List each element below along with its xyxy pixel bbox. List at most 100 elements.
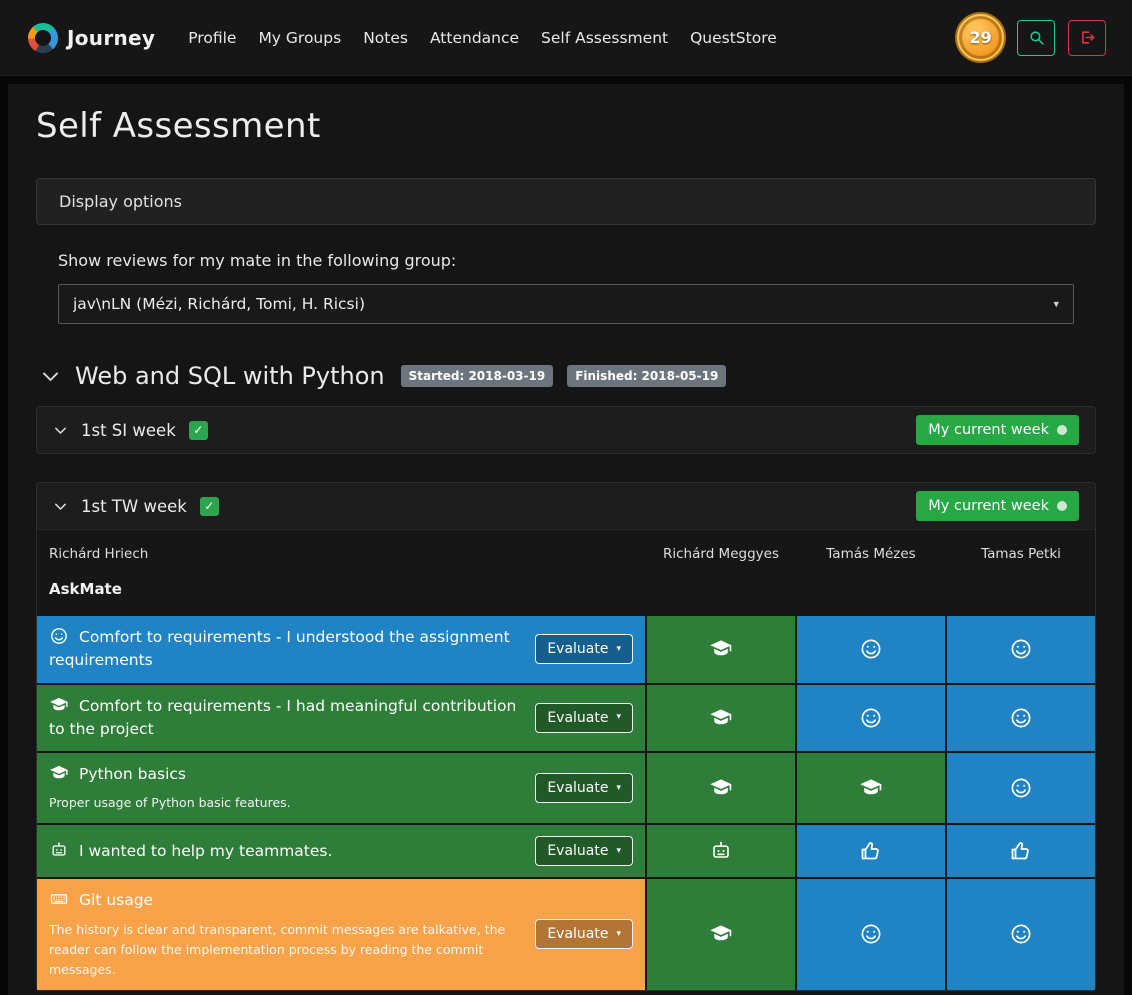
reviewer-name: Richárd Hriech: [37, 546, 645, 562]
question-title-line: Python basics: [49, 763, 521, 786]
mate-name: Tamás Mézes: [797, 546, 945, 562]
question-cell: Git usageThe history is clear and transp…: [37, 879, 645, 989]
mate-review-cell-0: [647, 879, 795, 989]
mate-review-cell-2: [947, 879, 1095, 989]
assessment-row: Python basics Proper usage of Python basi…: [37, 753, 1095, 823]
week-row-1st-tw-week[interactable]: 1st TW week ✓ My current week: [37, 483, 1095, 530]
display-options-header[interactable]: Display options: [36, 178, 1096, 225]
chevron-down-icon[interactable]: [40, 366, 61, 387]
mate-review-cell-2: [947, 825, 1095, 877]
robot-icon: [49, 840, 69, 860]
course-title: Web and SQL with Python: [75, 362, 385, 390]
check-icon: ✓: [204, 499, 214, 513]
display-options-panel: Display options Show reviews for my mate…: [36, 178, 1096, 324]
graduation-cap-icon: [49, 763, 69, 783]
week-label: 1st TW week: [81, 497, 187, 516]
current-week-label: My current week: [928, 422, 1049, 438]
mate-review-cell-2: [947, 685, 1095, 752]
question-content: Comfort to requirements - I had meaningf…: [49, 695, 535, 742]
evaluate-button[interactable]: Evaluate▾: [535, 703, 633, 733]
radio-dot-icon: [1057, 425, 1067, 435]
question-content: I wanted to help my teammates.: [49, 840, 535, 863]
nav-item-attendance[interactable]: Attendance: [419, 21, 530, 55]
coin-badge: 29: [957, 14, 1004, 61]
brand[interactable]: Journey: [28, 23, 155, 53]
question-cell: Comfort to requirements - I understood t…: [37, 616, 645, 683]
keyboard-icon: [49, 889, 69, 909]
week-complete-checkbox[interactable]: ✓: [189, 421, 208, 440]
mate-review-cell-2: [947, 753, 1095, 823]
question-title: Git usage: [79, 891, 153, 909]
question-subtitle: Proper usage of Python basic features.: [49, 793, 521, 813]
group-select-label: Show reviews for my mate in the followin…: [58, 251, 1074, 270]
question-title-line: I wanted to help my teammates.: [49, 840, 521, 863]
coin-count: 29: [969, 28, 991, 47]
question-content: Comfort to requirements - I understood t…: [49, 626, 535, 673]
chevron-down-icon: [53, 423, 68, 438]
mate-review-cell-1: [797, 753, 945, 823]
course-header: Web and SQL with Python Started: 2018-03…: [36, 362, 1096, 390]
evaluate-label: Evaluate: [547, 710, 608, 726]
chevron-down-icon: [53, 499, 68, 514]
assessment-row: Comfort to requirements - I understood t…: [37, 616, 1095, 683]
check-icon: ✓: [193, 423, 203, 437]
mate-review-cell-0: [647, 685, 795, 752]
my-current-week-button[interactable]: My current week: [916, 415, 1079, 445]
nav-item-my-groups[interactable]: My Groups: [247, 21, 352, 55]
smiley-icon: [1009, 776, 1033, 800]
nav-item-queststore[interactable]: QuestStore: [679, 21, 788, 55]
navbar: Journey Profile My Groups Notes Attendan…: [0, 0, 1132, 76]
section-title: AskMate: [37, 568, 1095, 614]
my-current-week-button[interactable]: My current week: [916, 491, 1079, 521]
finished-badge: Finished: 2018-05-19: [567, 365, 726, 387]
brand-name: Journey: [67, 26, 155, 50]
question-title-line: Comfort to requirements - I understood t…: [49, 626, 521, 673]
evaluate-button[interactable]: Evaluate▾: [535, 634, 633, 664]
search-icon: [1028, 29, 1045, 46]
mate-review-cell-0: [647, 753, 795, 823]
mate-review-cell-1: [797, 879, 945, 989]
assessment-rows: Comfort to requirements - I understood t…: [37, 616, 1095, 990]
smiley-icon: [1009, 706, 1033, 730]
week-row-1st-si-week[interactable]: 1st SI week ✓ My current week: [36, 406, 1096, 454]
graduation-cap-icon: [859, 776, 883, 800]
nav-item-notes[interactable]: Notes: [352, 21, 419, 55]
week-complete-checkbox[interactable]: ✓: [200, 497, 219, 516]
journey-logo-icon: [28, 23, 58, 53]
search-button[interactable]: [1017, 20, 1055, 56]
graduation-cap-icon: [49, 695, 69, 715]
graduation-cap-icon: [709, 776, 733, 800]
smiley-icon: [1009, 637, 1033, 661]
mate-review-cell-2: [947, 616, 1095, 683]
week-block-1st-tw-week: 1st TW week ✓ My current week Richárd Hr…: [36, 482, 1096, 991]
evaluate-button[interactable]: Evaluate▾: [535, 773, 633, 803]
question-cell: I wanted to help my teammates. Evaluate▾: [37, 825, 645, 877]
nav-item-self-assessment[interactable]: Self Assessment: [530, 21, 679, 55]
question-content: Git usageThe history is clear and transp…: [49, 889, 535, 979]
evaluate-button[interactable]: Evaluate▾: [535, 919, 633, 949]
navbar-right: 29: [957, 14, 1106, 61]
week-label: 1st SI week: [81, 421, 176, 440]
evaluate-button[interactable]: Evaluate▾: [535, 836, 633, 866]
thumb-up-icon: [859, 839, 883, 863]
mate-review-cell-1: [797, 825, 945, 877]
question-title-line: Git usage: [49, 889, 521, 912]
robot-icon: [709, 839, 733, 863]
page-title: Self Assessment: [36, 106, 1096, 146]
question-cell: Python basics Proper usage of Python basi…: [37, 753, 645, 823]
nav-item-profile[interactable]: Profile: [177, 21, 247, 55]
evaluate-label: Evaluate: [547, 641, 608, 657]
smiley-icon: [49, 626, 69, 646]
question-content: Python basics Proper usage of Python basi…: [49, 763, 535, 813]
review-table-header: Richárd Hriech Richárd Meggyes Tamás Méz…: [37, 530, 1095, 568]
graduation-cap-icon: [709, 922, 733, 946]
caret-down-icon: ▾: [616, 930, 621, 939]
logout-icon: [1079, 29, 1096, 46]
caret-down-icon: ▾: [616, 847, 621, 856]
assessment-row: I wanted to help my teammates. Evaluate▾: [37, 825, 1095, 877]
group-select[interactable]: jav\nLN (Mézi, Richárd, Tomi, H. Ricsi): [58, 284, 1074, 324]
logout-button[interactable]: [1068, 20, 1106, 56]
mate-review-cell-1: [797, 685, 945, 752]
mate-name: Tamas Petki: [947, 546, 1095, 562]
display-options-body: Show reviews for my mate in the followin…: [36, 225, 1096, 324]
